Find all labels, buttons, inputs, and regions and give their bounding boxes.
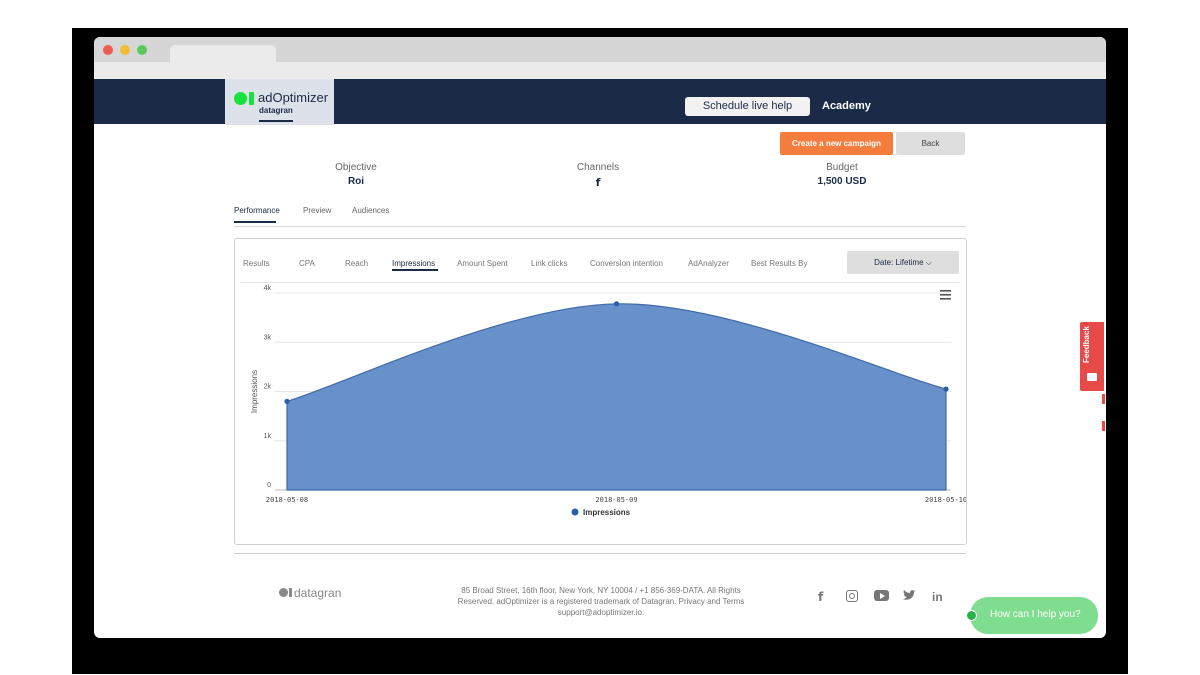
data-point[interactable] — [613, 301, 620, 307]
metric-tab-impressions[interactable]: Impressions — [392, 259, 435, 268]
channels-label: Channels — [576, 162, 620, 173]
active-tab-indicator — [234, 221, 276, 223]
footer-line-1: 85 Broad Street, 16th floor, New York, N… — [461, 586, 741, 595]
tab-audiences[interactable]: Audiences — [352, 206, 389, 215]
impressions-chart: 0 1k 2k 3k 4k 2018-05-08 2018-05-09 2018-05-10… — [250, 285, 966, 517]
budget-summary: Budget 1,500 USD — [767, 162, 917, 187]
metric-tab-cpa[interactable]: CPA — [299, 259, 315, 268]
objective-label: Objective — [335, 162, 377, 173]
back-button[interactable]: Back — [896, 132, 965, 155]
facebook-channel-icon: f — [595, 176, 601, 189]
feedback-edge-mark — [1102, 421, 1105, 431]
linkedin-icon[interactable]: in — [932, 590, 943, 604]
feedback-label: Feedback — [1082, 326, 1091, 364]
budget-value: 1,500 USD — [817, 176, 867, 187]
facebook-icon[interactable]: f — [818, 590, 823, 604]
metric-tab-adanalyzer[interactable]: AdAnalyzer — [688, 259, 729, 268]
objective-value: Roi — [347, 176, 365, 187]
x-tick-label: 2018-05-09 — [595, 496, 637, 504]
browser-titlebar — [94, 37, 1106, 62]
y-tick-label: 3k — [264, 334, 272, 341]
brand-underline — [259, 120, 293, 122]
performance-card: Results CPA Reach Impressions Amount Spe… — [234, 238, 967, 545]
footer-line-3: support@adoptimizer.io. — [557, 608, 645, 617]
footer-logo-text: datagran — [294, 586, 342, 600]
y-tick-label: 1k — [264, 433, 272, 440]
metric-tab-reach[interactable]: Reach — [345, 259, 368, 268]
metric-tab-amount-spent[interactable]: Amount Spent — [457, 259, 508, 268]
tabs-divider — [234, 226, 966, 227]
legend-label: Impressions — [583, 508, 631, 517]
metric-tab-link-clicks[interactable]: Link clicks — [531, 259, 567, 268]
chevron-down-icon: ⌵ — [925, 258, 932, 267]
y-tick-label: 0 — [267, 482, 271, 489]
footer-logo-mark-icon — [279, 588, 288, 597]
brand-sub: datagran — [259, 106, 293, 115]
footer-logo[interactable]: datagran — [279, 586, 379, 602]
browser-window: adOptimizer datagran Schedule live help … — [94, 37, 1106, 638]
objective-summary: Objective Roi — [281, 162, 431, 187]
browser-toolbar — [94, 62, 1106, 79]
y-tick-label: 2k — [264, 384, 272, 391]
x-tick-label: 2018-05-10 — [925, 496, 966, 504]
chat-prompt: How can I help you? — [990, 609, 1081, 620]
chat-widget[interactable]: How can I help you? — [970, 597, 1098, 634]
chat-status-icon — [966, 610, 977, 621]
metric-tab-best-results-by[interactable]: Best Results By — [751, 259, 807, 268]
y-axis-label: Impressions — [250, 370, 259, 413]
date-filter-label: Date: Lifetime — [874, 258, 924, 267]
close-window-button[interactable] — [103, 45, 113, 55]
channels-summary: Channels f — [523, 162, 673, 189]
instagram-icon[interactable] — [846, 590, 858, 604]
date-filter-dropdown[interactable]: Date: Lifetime ⌵ — [847, 251, 959, 274]
x-tick-label: 2018-05-08 — [266, 496, 308, 504]
channels-value: f — [523, 176, 673, 189]
active-metric-indicator — [392, 269, 438, 271]
x-axis-ticks: 2018-05-08 2018-05-09 2018-05-10 — [266, 496, 966, 504]
chart-legend[interactable]: Impressions — [571, 508, 631, 517]
tab-preview[interactable]: Preview — [303, 206, 331, 215]
brand-logo[interactable]: adOptimizer datagran — [225, 79, 334, 125]
legend-marker — [571, 508, 579, 516]
impressions-area — [286, 303, 947, 491]
metric-tab-conversion-intention[interactable]: Conversion intention — [590, 259, 663, 268]
y-tick-label: 4k — [264, 285, 272, 292]
youtube-icon[interactable] — [874, 590, 889, 604]
footer-address: 85 Broad Street, 16th floor, New York, N… — [446, 585, 756, 618]
minimize-window-button[interactable] — [120, 45, 130, 55]
feedback-icon — [1087, 373, 1097, 381]
data-point[interactable] — [284, 398, 290, 404]
y-axis-ticks: 0 1k 2k 3k 4k — [264, 285, 272, 489]
schedule-live-help-button[interactable]: Schedule live help — [685, 97, 810, 116]
feedback-edge-mark — [1102, 394, 1105, 404]
brand-name: adOptimizer — [258, 90, 329, 105]
feedback-tab[interactable]: Feedback — [1080, 322, 1104, 391]
metric-tab-results[interactable]: Results — [243, 259, 270, 268]
maximize-window-button[interactable] — [137, 45, 147, 55]
browser-tab[interactable] — [170, 45, 276, 62]
footer-line-2: Reserved. adOptimizer is a registered tr… — [457, 597, 745, 606]
tab-performance[interactable]: Performance — [234, 206, 280, 215]
twitter-icon[interactable] — [903, 590, 916, 604]
logo-mark-icon — [234, 92, 255, 105]
footer-divider — [234, 553, 966, 554]
data-point[interactable] — [943, 386, 949, 392]
budget-label: Budget — [826, 162, 858, 173]
chart-menu-icon[interactable] — [940, 290, 951, 300]
create-campaign-button[interactable]: Create a new campaign — [780, 132, 893, 155]
academy-link[interactable]: Academy — [822, 100, 871, 112]
